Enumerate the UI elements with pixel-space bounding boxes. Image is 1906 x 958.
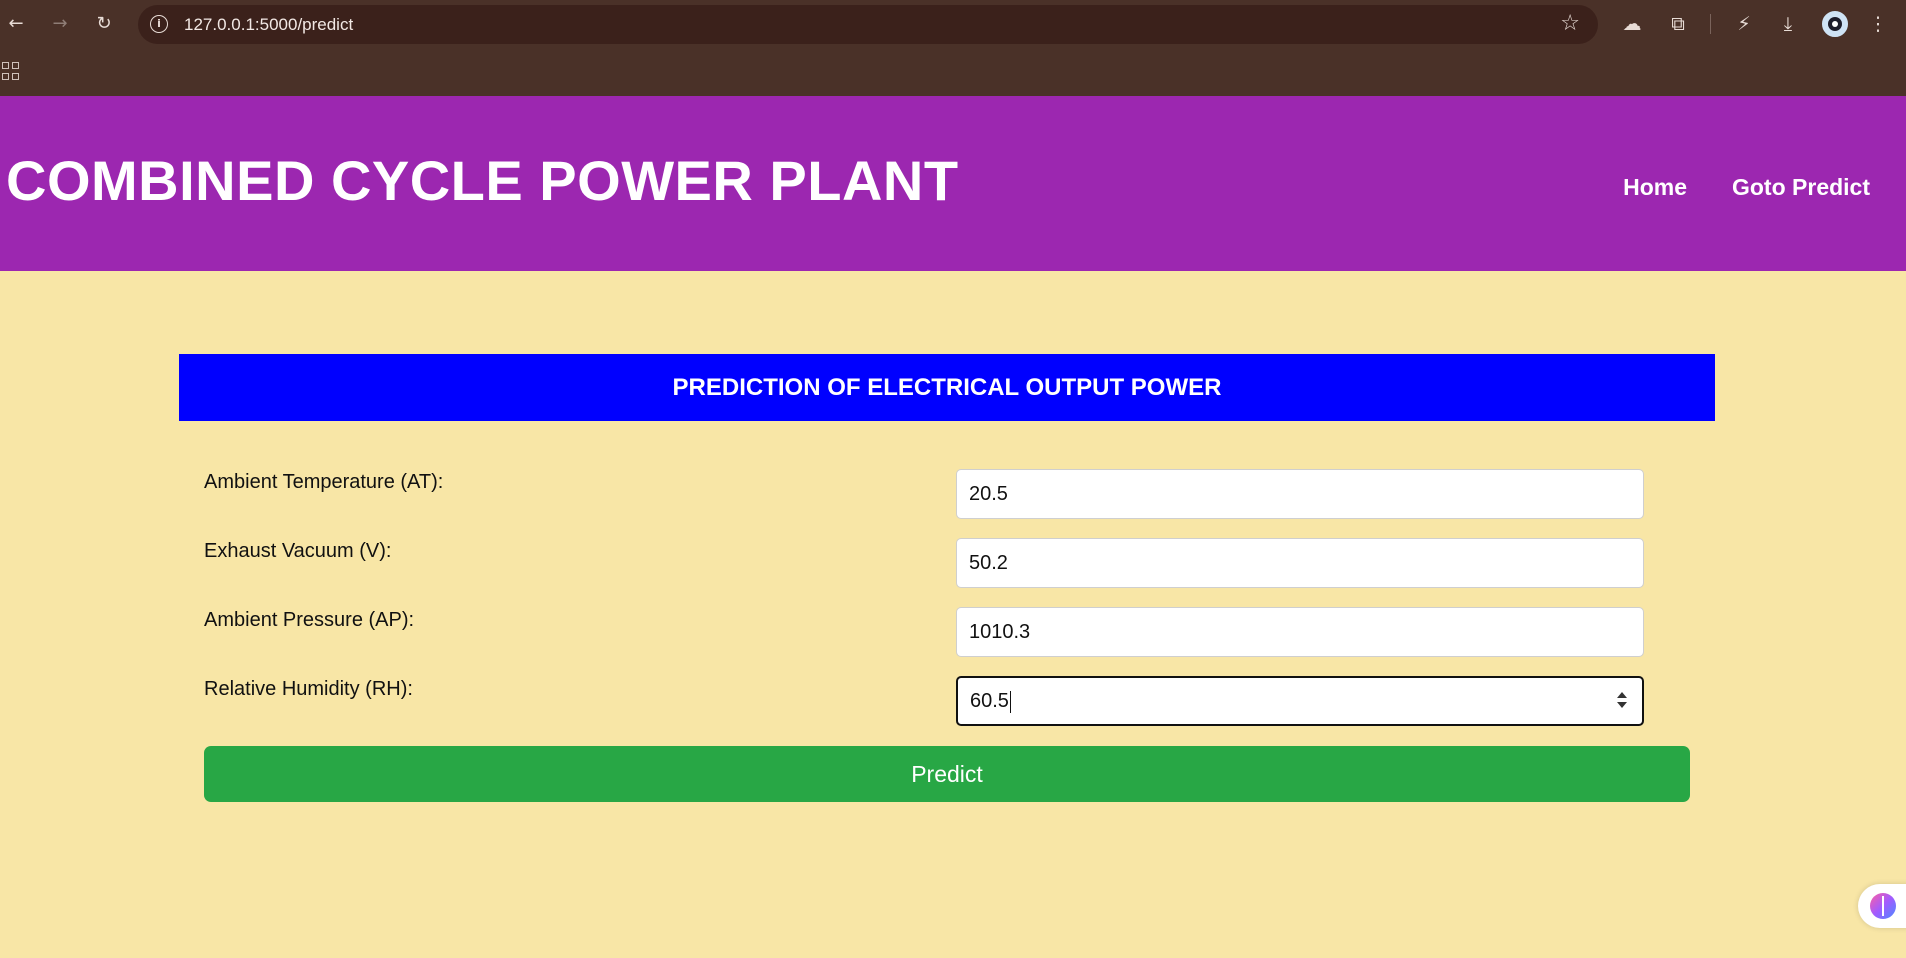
form-row-ambient-temperature: Ambient Temperature (AT): 20.5 — [204, 469, 1644, 521]
forward-arrow-icon[interactable]: → — [48, 12, 72, 36]
profile-avatar-dot — [1832, 21, 1838, 27]
text-caret — [1009, 690, 1011, 713]
bookmarks-bar — [0, 48, 1906, 96]
address-bar[interactable]: i 127.0.0.1:5000/predict ☆ — [138, 5, 1598, 44]
ambient-temperature-input[interactable]: 20.5 — [956, 469, 1644, 519]
ambient-pressure-label: Ambient Pressure (AP): — [204, 609, 415, 631]
relative-humidity-input[interactable]: 60.5 — [956, 676, 1644, 726]
exhaust-vacuum-input[interactable]: 50.2 — [956, 538, 1644, 588]
extensions-icon[interactable]: ⧉ — [1664, 10, 1692, 38]
extension-puzzle-cloud-icon[interactable]: ☁ — [1618, 10, 1646, 38]
reload-icon[interactable]: ↻ — [92, 12, 116, 36]
ambient-temperature-label: Ambient Temperature (AT): — [204, 471, 444, 493]
exhaust-vacuum-label: Exhaust Vacuum (V): — [204, 540, 392, 562]
number-spinner[interactable] — [1616, 691, 1628, 711]
ambient-pressure-input[interactable]: 1010.3 — [956, 607, 1644, 657]
brain-icon — [1870, 893, 1896, 919]
form-row-exhaust-vacuum: Exhaust Vacuum (V): 50.2 — [204, 538, 1644, 590]
download-icon[interactable]: ⤓ — [1774, 10, 1802, 38]
browser-chrome: ← → ↻ i 127.0.0.1:5000/predict ☆ ☁ ⧉ ⚡ ⤓… — [0, 0, 1906, 96]
prediction-heading: PREDICTION OF ELECTRICAL OUTPUT POWER — [179, 354, 1715, 421]
nav-goto-predict-link[interactable]: Goto Predict — [1732, 174, 1870, 201]
back-arrow-icon[interactable]: ← — [4, 12, 28, 36]
predict-button[interactable]: Predict — [204, 746, 1690, 802]
site-title: COMBINED CYCLE POWER PLANT — [6, 149, 959, 212]
performance-icon[interactable]: ⚡ — [1730, 10, 1758, 38]
relative-humidity-value: 60.5 — [970, 690, 1009, 712]
bookmark-star-icon[interactable]: ☆ — [1560, 11, 1580, 36]
site-nav: Home Goto Predict — [1623, 174, 1870, 201]
site-info-icon[interactable]: i — [150, 15, 168, 33]
relative-humidity-label: Relative Humidity (RH): — [204, 678, 413, 700]
form-row-relative-humidity: Relative Humidity (RH): 60.5 — [204, 676, 1644, 728]
browser-toolbar: ← → ↻ i 127.0.0.1:5000/predict ☆ ☁ ⧉ ⚡ ⤓… — [0, 0, 1906, 48]
spin-up-icon[interactable] — [1617, 692, 1627, 698]
floating-assistant-widget[interactable] — [1858, 884, 1906, 928]
nav-home-link[interactable]: Home — [1623, 174, 1687, 201]
address-url[interactable]: 127.0.0.1:5000/predict — [184, 15, 353, 35]
apps-grid-icon[interactable] — [2, 62, 20, 80]
site-header: COMBINED CYCLE POWER PLANT Home Goto Pre… — [0, 96, 1906, 271]
toolbar-separator — [1710, 14, 1711, 34]
browser-menu-icon[interactable]: ⋮ — [1864, 10, 1892, 38]
spin-down-icon[interactable] — [1617, 702, 1627, 708]
form-row-ambient-pressure: Ambient Pressure (AP): 1010.3 — [204, 607, 1644, 659]
